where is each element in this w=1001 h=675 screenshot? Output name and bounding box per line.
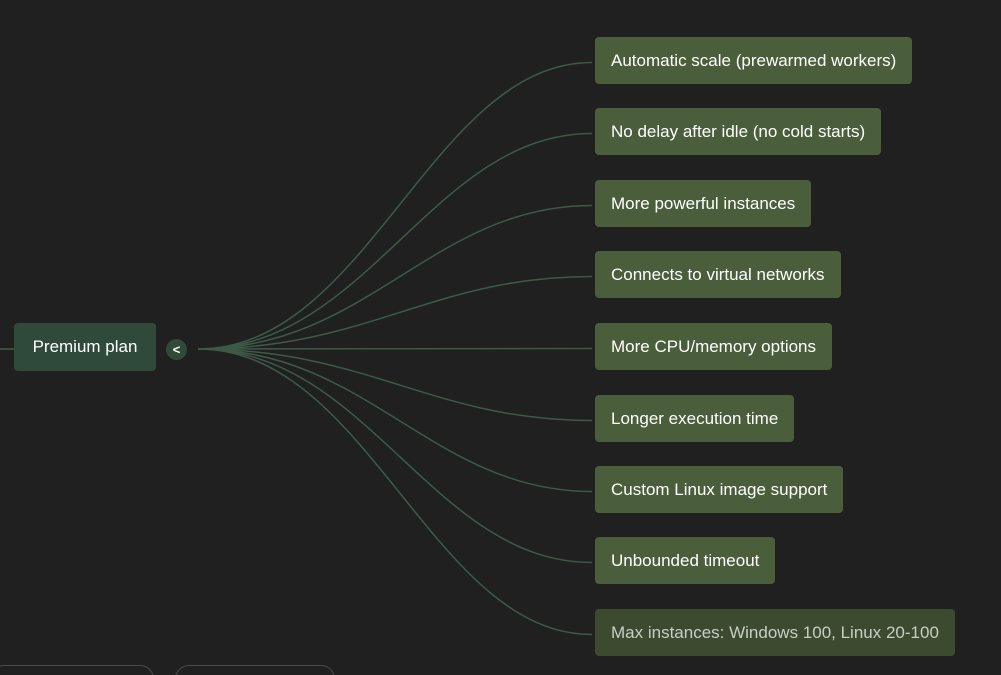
- root-node-premium-plan[interactable]: Premium plan: [14, 323, 156, 371]
- child-node-unbounded-timeout[interactable]: Unbounded timeout: [595, 537, 776, 584]
- child-node-custom-linux-image[interactable]: Custom Linux image support: [595, 466, 844, 513]
- child-node-max-instances[interactable]: Max instances: Windows 100, Linux 20-100: [595, 609, 955, 656]
- child-node-more-powerful-instances[interactable]: More powerful instances: [595, 180, 812, 227]
- child-node-label: More CPU/memory options: [611, 336, 817, 356]
- child-node-label: Automatic scale (prewarmed workers): [611, 50, 897, 70]
- connector-line-1: [197, 132, 593, 350]
- root-node-label: Premium plan: [32, 337, 138, 356]
- child-node-label: No delay after idle (no cold starts): [611, 121, 866, 141]
- child-node-no-delay-after-idle[interactable]: No delay after idle (no cold starts): [595, 108, 882, 155]
- child-node-label: Max instances: Windows 100, Linux 20-100: [611, 622, 939, 642]
- connector-line-6: [197, 348, 593, 493]
- child-node-label: Longer execution time: [611, 408, 779, 428]
- bottom-tab-right[interactable]: [175, 665, 335, 675]
- connector-line-0: [197, 61, 593, 350]
- chevron-left-icon: <: [172, 342, 181, 357]
- child-node-label: Connects to virtual networks: [611, 264, 825, 284]
- connector-line-2: [197, 204, 593, 350]
- child-node-longer-execution-time[interactable]: Longer execution time: [595, 395, 795, 442]
- child-node-automatic-scale[interactable]: Automatic scale (prewarmed workers): [595, 37, 913, 84]
- connector-line-3: [197, 275, 593, 350]
- collapse-toggle-button[interactable]: <: [166, 339, 187, 360]
- child-node-label: Custom Linux image support: [611, 479, 828, 499]
- connector-line-4: [197, 347, 593, 350]
- child-node-cpu-memory-options[interactable]: More CPU/memory options: [595, 323, 833, 370]
- child-node-virtual-networks[interactable]: Connects to virtual networks: [595, 251, 841, 298]
- mindmap-canvas: Premium plan < Automatic scale (prewarme…: [0, 0, 1001, 675]
- child-node-label: More powerful instances: [611, 193, 796, 213]
- connector-line-8: [197, 348, 593, 636]
- connector-line-7: [197, 348, 593, 564]
- connector-line-5: [197, 348, 593, 422]
- bottom-tab-left[interactable]: [0, 665, 154, 675]
- child-node-label: Unbounded timeout: [611, 550, 760, 570]
